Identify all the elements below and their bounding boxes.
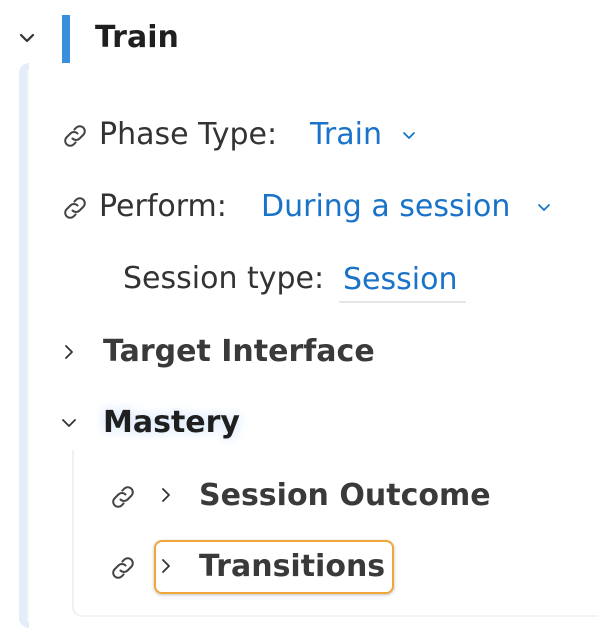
chevron-down-icon[interactable] (401, 128, 417, 144)
accent-bar (62, 15, 70, 63)
link-icon[interactable] (108, 553, 138, 583)
target-interface-section[interactable]: Target Interface (103, 332, 375, 372)
chevron-right-icon[interactable] (157, 557, 175, 575)
page-title: Train (95, 20, 179, 55)
train-phase-panel: Train Phase Type: Train Perform: During … (0, 0, 604, 640)
link-icon[interactable] (108, 482, 138, 512)
perform-label: Perform: (99, 189, 227, 224)
group-rail-inner (27, 70, 29, 622)
phase-type-dropdown[interactable]: Train (310, 115, 382, 155)
perform-dropdown[interactable]: During a session (261, 187, 510, 227)
transitions-section[interactable]: Transitions (199, 547, 385, 587)
phase-type-label: Phase Type: (99, 117, 278, 152)
session-type-label: Session type: (123, 261, 325, 296)
session-outcome-section[interactable]: Session Outcome (199, 476, 491, 516)
chevron-right-icon[interactable] (157, 486, 175, 504)
chevron-down-icon[interactable] (16, 27, 38, 49)
session-type-value[interactable]: Session (343, 260, 457, 300)
mastery-section[interactable]: Mastery (103, 403, 240, 443)
session-type-underline (339, 301, 466, 303)
chevron-down-icon[interactable] (536, 200, 552, 216)
chevron-right-icon[interactable] (60, 343, 78, 361)
link-icon[interactable] (60, 193, 90, 223)
chevron-down-icon[interactable] (60, 414, 78, 432)
link-icon[interactable] (60, 121, 90, 151)
